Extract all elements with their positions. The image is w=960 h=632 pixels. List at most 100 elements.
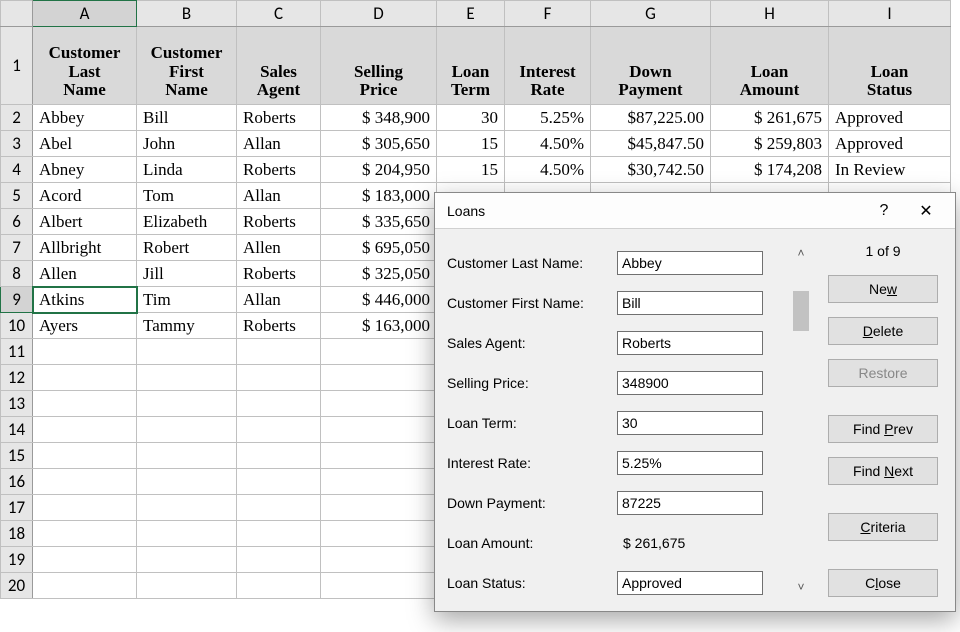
cell-D4[interactable]: $ 204,950 <box>321 157 437 183</box>
row-header-19[interactable]: 19 <box>1 547 33 573</box>
cell-A3[interactable]: Abel <box>33 131 137 157</box>
row-header-9[interactable]: 9 <box>1 287 33 313</box>
cell-C8[interactable]: Roberts <box>237 261 321 287</box>
cell-B7[interactable]: Robert <box>137 235 237 261</box>
cell-D5[interactable]: $ 183,000 <box>321 183 437 209</box>
cell-G1[interactable]: DownPayment <box>591 27 711 105</box>
col-header-E[interactable]: E <box>437 1 505 27</box>
cell-H1[interactable]: LoanAmount <box>711 27 829 105</box>
col-header-I[interactable]: I <box>829 1 951 27</box>
row-header-5[interactable]: 5 <box>1 183 33 209</box>
cell-C7[interactable]: Allen <box>237 235 321 261</box>
col-header-B[interactable]: B <box>137 1 237 27</box>
col-header-D[interactable]: D <box>321 1 437 27</box>
cell-I2[interactable]: Approved <box>829 105 951 131</box>
cell-D6[interactable]: $ 335,650 <box>321 209 437 235</box>
cell-A1[interactable]: CustomerLastName <box>33 27 137 105</box>
cell-A6[interactable]: Albert <box>33 209 137 235</box>
find-next-button[interactable]: Find Next <box>828 457 938 485</box>
cell-C3[interactable]: Allan <box>237 131 321 157</box>
input-first-name[interactable] <box>617 291 763 315</box>
cell-G3[interactable]: $45,847.50 <box>591 131 711 157</box>
cell-E2[interactable]: 30 <box>437 105 505 131</box>
col-header-A[interactable]: A <box>33 1 137 27</box>
cell-B10[interactable]: Tammy <box>137 313 237 339</box>
dialog-titlebar[interactable]: Loans ? ✕ <box>435 193 955 229</box>
find-prev-button[interactable]: Find Prev <box>828 415 938 443</box>
cell-A4[interactable]: Abney <box>33 157 137 183</box>
cell-A5[interactable]: Acord <box>33 183 137 209</box>
row-header-4[interactable]: 4 <box>1 157 33 183</box>
scroll-down-icon[interactable]: ˅ <box>791 577 811 597</box>
cell-B3[interactable]: John <box>137 131 237 157</box>
cell-A10[interactable]: Ayers <box>33 313 137 339</box>
scroll-up-icon[interactable]: ˄ <box>791 243 811 263</box>
cell-C5[interactable]: Allan <box>237 183 321 209</box>
cell-D3[interactable]: $ 305,650 <box>321 131 437 157</box>
cell-B5[interactable]: Tom <box>137 183 237 209</box>
col-header-G[interactable]: G <box>591 1 711 27</box>
cell-D2[interactable]: $ 348,900 <box>321 105 437 131</box>
cell-G2[interactable]: $87,225.00 <box>591 105 711 131</box>
cell-C9[interactable]: Allan <box>237 287 321 313</box>
cell-D8[interactable]: $ 325,050 <box>321 261 437 287</box>
input-last-name[interactable] <box>617 251 763 275</box>
row-header-3[interactable]: 3 <box>1 131 33 157</box>
cell-H3[interactable]: $ 259,803 <box>711 131 829 157</box>
cell-F3[interactable]: 4.50% <box>505 131 591 157</box>
cell-A2[interactable]: Abbey <box>33 105 137 131</box>
cell-A7[interactable]: Allbright <box>33 235 137 261</box>
row-header-10[interactable]: 10 <box>1 313 33 339</box>
input-interest-rate[interactable] <box>617 451 763 475</box>
delete-button[interactable]: Delete <box>828 317 938 345</box>
row-header-20[interactable]: 20 <box>1 573 33 599</box>
cell-B4[interactable]: Linda <box>137 157 237 183</box>
help-button[interactable]: ? <box>863 196 905 226</box>
cell-H2[interactable]: $ 261,675 <box>711 105 829 131</box>
cell-A8[interactable]: Allen <box>33 261 137 287</box>
cell-A9[interactable]: Atkins <box>33 287 137 313</box>
cell-D1[interactable]: SellingPrice <box>321 27 437 105</box>
cell-B9[interactable]: Tim <box>137 287 237 313</box>
row-header-16[interactable]: 16 <box>1 469 33 495</box>
row-header-6[interactable]: 6 <box>1 209 33 235</box>
input-sales-agent[interactable] <box>617 331 763 355</box>
cell-F1[interactable]: InterestRate <box>505 27 591 105</box>
col-header-C[interactable]: C <box>237 1 321 27</box>
row-header-7[interactable]: 7 <box>1 235 33 261</box>
cell-E3[interactable]: 15 <box>437 131 505 157</box>
criteria-button[interactable]: Criteria <box>828 513 938 541</box>
cell-D7[interactable]: $ 695,050 <box>321 235 437 261</box>
restore-button[interactable]: Restore <box>828 359 938 387</box>
cell-F2[interactable]: 5.25% <box>505 105 591 131</box>
input-loan-status[interactable] <box>617 571 763 595</box>
col-header-F[interactable]: F <box>505 1 591 27</box>
scroll-thumb[interactable] <box>793 291 809 331</box>
cell-B1[interactable]: CustomerFirstName <box>137 27 237 105</box>
row-header-12[interactable]: 12 <box>1 365 33 391</box>
cell-H4[interactable]: $ 174,208 <box>711 157 829 183</box>
cell-D9[interactable]: $ 446,000 <box>321 287 437 313</box>
cell-E1[interactable]: LoanTerm <box>437 27 505 105</box>
row-header-14[interactable]: 14 <box>1 417 33 443</box>
cell-C10[interactable]: Roberts <box>237 313 321 339</box>
cell-I4[interactable]: In Review <box>829 157 951 183</box>
cell-F4[interactable]: 4.50% <box>505 157 591 183</box>
cell-B8[interactable]: Jill <box>137 261 237 287</box>
cell-I3[interactable]: Approved <box>829 131 951 157</box>
cell-E4[interactable]: 15 <box>437 157 505 183</box>
input-selling-price[interactable] <box>617 371 763 395</box>
row-header-17[interactable]: 17 <box>1 495 33 521</box>
select-all-corner[interactable] <box>1 1 33 27</box>
record-scrollbar[interactable]: ˄ ˅ <box>791 243 811 597</box>
cell-C2[interactable]: Roberts <box>237 105 321 131</box>
row-header-1[interactable]: 1 <box>1 27 33 105</box>
input-loan-term[interactable] <box>617 411 763 435</box>
row-header-13[interactable]: 13 <box>1 391 33 417</box>
cell-B6[interactable]: Elizabeth <box>137 209 237 235</box>
input-down-payment[interactable] <box>617 491 763 515</box>
row-header-15[interactable]: 15 <box>1 443 33 469</box>
row-header-11[interactable]: 11 <box>1 339 33 365</box>
row-header-18[interactable]: 18 <box>1 521 33 547</box>
close-button[interactable]: Close <box>828 569 938 597</box>
